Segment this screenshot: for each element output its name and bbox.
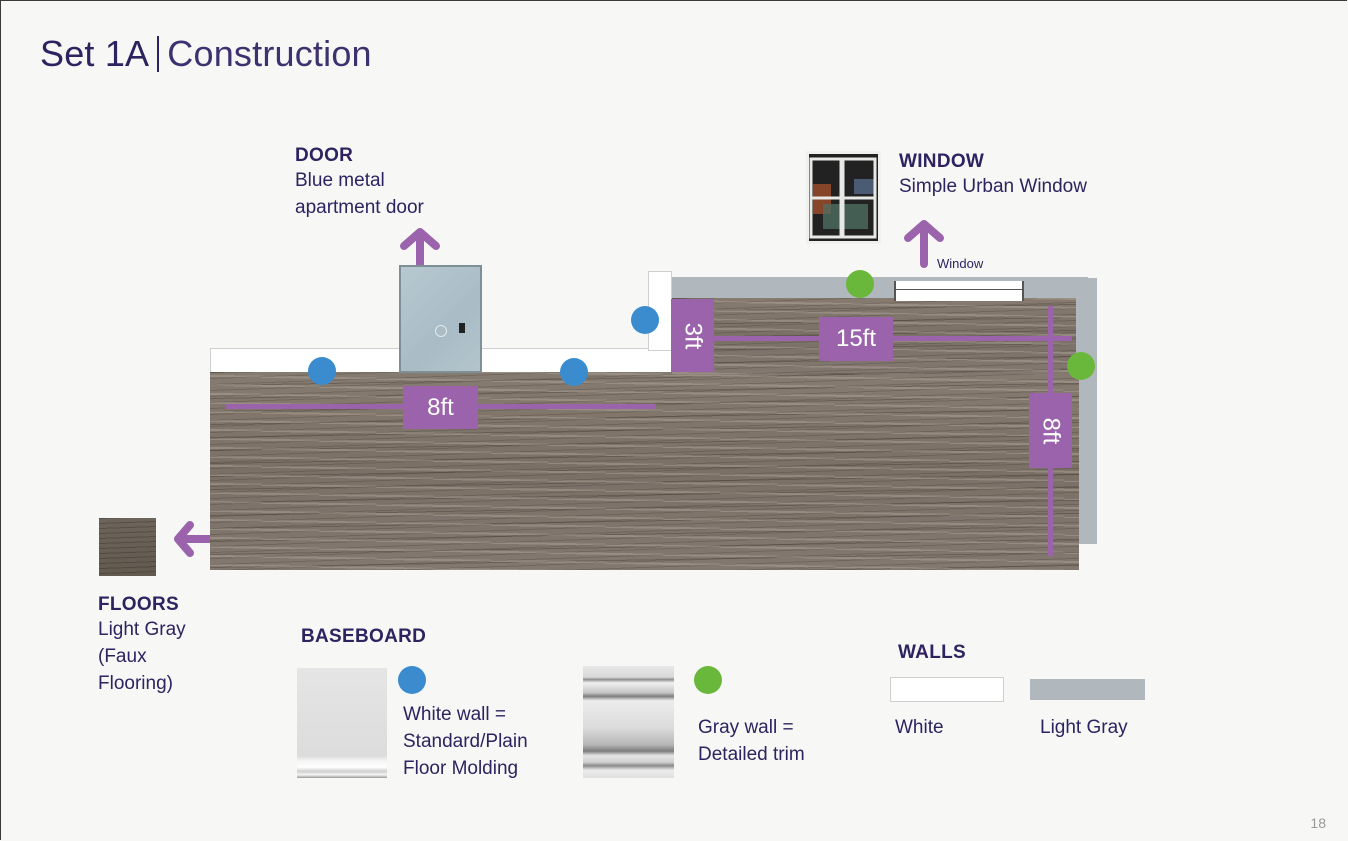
side-gray-wall (1076, 278, 1097, 544)
page-number: 18 (1310, 815, 1326, 831)
plain-molding-swatch (297, 668, 387, 778)
title-main: Set 1A (40, 33, 150, 74)
door-handle (459, 323, 465, 333)
door-peephole (435, 325, 447, 337)
short-dimension-box: 3ft (671, 299, 714, 372)
floor-swatch (99, 518, 156, 576)
front-dimension-label: 8ft (403, 386, 478, 429)
door-desc-line1: Blue metal (295, 170, 385, 191)
back-dimension-label: 15ft (819, 317, 893, 361)
door (399, 265, 482, 373)
side-dimension-box: 8ft (1029, 393, 1072, 468)
window-photo-image (809, 154, 878, 241)
legend-marker-blue (398, 666, 426, 694)
baseboard-white-line2: Standard/Plain (403, 731, 528, 752)
wall-swatch-white (890, 677, 1004, 702)
walls-heading: WALLS (898, 642, 966, 663)
baseboard-white-line3: Floor Molding (403, 758, 519, 779)
floors-desc-line1: Light Gray (98, 619, 186, 640)
baseboard-marker-blue (631, 306, 659, 334)
door-desc-line2: apartment door (295, 197, 424, 218)
baseboard-gray-line1: Gray wall = (698, 717, 794, 738)
legend-marker-green (694, 666, 722, 694)
detailed-trim-swatch (583, 666, 674, 778)
baseboard-marker-green (1067, 352, 1095, 380)
door-callout: DOOR Blue metal apartment door (295, 145, 424, 221)
window-in-wall (894, 281, 1024, 301)
baseboard-gray-line2: Detailed trim (698, 744, 805, 765)
wall-swatch-gray (1030, 679, 1145, 700)
floor-area-front (210, 372, 1079, 570)
window-desc: Simple Urban Window (899, 176, 1087, 197)
baseboard-marker-blue (560, 358, 588, 386)
window-photo (806, 151, 881, 244)
floors-callout: FLOORS Light Gray (Faux Flooring) (98, 594, 186, 697)
floors-desc-line3: Flooring) (98, 673, 173, 694)
window-callout: WINDOW Simple Urban Window (899, 151, 1087, 200)
title-sub: Construction (167, 33, 372, 74)
back-gray-wall (672, 277, 1088, 299)
wall-label-gray: Light Gray (1040, 717, 1128, 738)
title-separator (157, 36, 160, 72)
baseboard-heading: BASEBOARD (301, 626, 427, 647)
slide-title: Set 1A Construction (40, 33, 372, 75)
floors-heading: FLOORS (98, 594, 179, 615)
baseboard-marker-blue (308, 357, 336, 385)
baseboard-white-line1: White wall = (403, 704, 506, 725)
floors-desc-line2: (Faux (98, 646, 147, 667)
baseboard-marker-green (846, 270, 874, 298)
baseboard-gray-desc: Gray wall = Detailed trim (698, 714, 805, 768)
side-dimension-label: 8ft (1037, 417, 1065, 444)
window-heading: WINDOW (899, 151, 985, 172)
door-heading: DOOR (295, 145, 354, 166)
window-arrow-up-icon (904, 220, 944, 268)
short-dimension-label: 3ft (679, 322, 707, 349)
baseboard-white-desc: White wall = Standard/Plain Floor Moldin… (403, 701, 528, 782)
window-frame-line (896, 289, 1022, 290)
wall-label-white: White (895, 717, 944, 738)
